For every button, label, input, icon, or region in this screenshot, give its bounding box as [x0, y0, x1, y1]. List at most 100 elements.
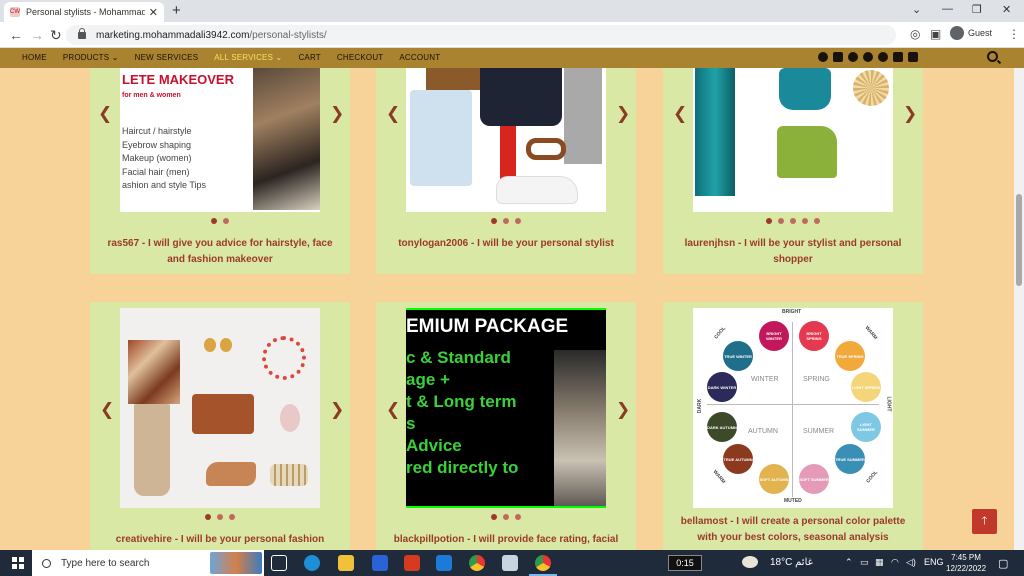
carousel-next-icon[interactable]: ❯	[616, 105, 630, 122]
carousel-dot[interactable]	[205, 514, 211, 520]
carousel-dot[interactable]	[802, 218, 808, 224]
nav-item[interactable]: ALL SERVICES ⌄	[214, 53, 282, 62]
gig-image[interactable]	[693, 68, 893, 212]
input-language[interactable]: ENG	[924, 557, 944, 567]
device-icon[interactable]: ▭	[860, 557, 869, 568]
new-tab-icon[interactable]: +	[172, 2, 181, 20]
nav-item[interactable]: PRODUCTS ⌄	[63, 53, 119, 62]
whatsapp-icon[interactable]	[848, 52, 858, 62]
color-swatch: TRUE AUTUMN	[723, 444, 753, 474]
card-caption[interactable]: creativehire - I will be your personal f…	[98, 532, 342, 548]
axis-line	[792, 322, 793, 497]
color-palette-image[interactable]: BRIGHT MUTED DARK LIGHT WARM COOL WARM C…	[693, 308, 893, 508]
carousel-prev-icon[interactable]: ❮	[386, 401, 400, 418]
gig-image[interactable]	[406, 68, 606, 212]
carousel-prev-icon[interactable]: ❮	[100, 401, 114, 418]
menu-kebab-icon[interactable]: ⋮	[1008, 27, 1020, 41]
gig-image[interactable]: EMIUM PACKAGE c & Standard age + t & Lon…	[406, 308, 606, 508]
system-clock[interactable]: 7:45 PM 12/22/2022	[946, 552, 986, 574]
back-arrow-icon[interactable]: ←	[9, 26, 23, 44]
edge-browser-icon[interactable]	[304, 555, 320, 571]
recording-timer[interactable]: 0:15	[668, 555, 702, 571]
card-caption[interactable]: tonylogan2006 - I will be your personal …	[384, 236, 628, 252]
carousel-dot[interactable]	[766, 218, 772, 224]
carousel-dot[interactable]	[503, 218, 509, 224]
maximize-icon[interactable]: ❐	[972, 3, 982, 16]
instagram-icon[interactable]	[833, 52, 843, 62]
carousel-dot[interactable]	[778, 218, 784, 224]
scrollbar-thumb[interactable]	[1016, 194, 1022, 286]
email-icon[interactable]	[893, 52, 903, 62]
carousel-dot[interactable]	[491, 514, 497, 520]
card-caption[interactable]: blackpillpotion - I will provide face ra…	[384, 532, 628, 548]
carousel-dot[interactable]	[503, 514, 509, 520]
mail-icon[interactable]	[436, 555, 452, 571]
volume-icon[interactable]: ◁)	[906, 557, 916, 568]
nav-item[interactable]: HOME	[22, 53, 47, 62]
linkedin-icon[interactable]	[908, 52, 918, 62]
croc-bag-image	[192, 394, 254, 434]
nav-item[interactable]: NEW SERVICES	[135, 53, 199, 62]
show-hidden-icons-icon[interactable]: ⌃	[845, 557, 853, 568]
carousel-prev-icon[interactable]: ❮	[673, 105, 687, 122]
carousel-prev-icon[interactable]: ❮	[386, 105, 400, 122]
windows-start-icon[interactable]	[12, 557, 24, 569]
carousel-next-icon[interactable]: ❯	[330, 401, 344, 418]
office-icon[interactable]	[404, 555, 420, 571]
carousel-next-icon[interactable]: ❯	[330, 105, 344, 122]
site-favicon-icon: CW	[10, 7, 20, 17]
virtualbox-icon[interactable]	[502, 555, 518, 571]
card-caption[interactable]: bellamost - I will create a personal col…	[671, 514, 915, 546]
browser-tab[interactable]: CW Personal stylists - Mohammad M ✕	[4, 2, 164, 22]
carousel-prev-icon[interactable]: ❮	[98, 105, 112, 122]
carousel-next-icon[interactable]: ❯	[903, 105, 917, 122]
file-explorer-icon[interactable]	[338, 555, 354, 571]
carousel-dot[interactable]	[515, 218, 521, 224]
axis-label: COOL	[865, 469, 880, 485]
gig-image[interactable]	[120, 308, 320, 508]
microsoft-store-icon[interactable]	[372, 555, 388, 571]
network-icon[interactable]: ▦	[875, 557, 884, 568]
minimize-icon[interactable]: —	[942, 3, 953, 15]
gig-image[interactable]: LETE MAKEOVER for men & women Haircut / …	[120, 68, 320, 212]
carousel-dot[interactable]	[217, 514, 223, 520]
card-caption[interactable]: laurenjhsn - I will be your stylist and …	[671, 236, 915, 268]
close-window-icon[interactable]: ✕	[1002, 3, 1011, 16]
address-bar[interactable]: marketing.mohammadali3942.com/personal-s…	[66, 25, 896, 45]
back-to-top-button[interactable]: 🡑	[972, 509, 997, 534]
stylist-card: ❮ ❯ creativehire - I will be your person…	[90, 302, 350, 550]
carousel-dot[interactable]	[491, 218, 497, 224]
tab-search-chevron-icon[interactable]: ⌄	[912, 3, 921, 16]
carousel-dot[interactable]	[211, 218, 217, 224]
carousel-dot[interactable]	[223, 218, 229, 224]
notification-icon[interactable]: ▢	[998, 557, 1008, 570]
page-scrollbar[interactable]	[1014, 68, 1024, 550]
chrome-icon[interactable]	[469, 555, 485, 571]
carousel-dot[interactable]	[229, 514, 235, 520]
tab-close-icon[interactable]: ✕	[149, 6, 158, 19]
card-caption[interactable]: ras567 - I will give you advice for hair…	[98, 236, 342, 268]
weather-text[interactable]: 18°C غائم	[770, 557, 813, 568]
telegram-icon[interactable]	[863, 52, 873, 62]
facebook-icon[interactable]	[818, 52, 828, 62]
twitter-icon[interactable]	[878, 52, 888, 62]
carousel-dot[interactable]	[790, 218, 796, 224]
stylist-card: ❮ ❯ laurenjhsn - I will be your stylist …	[663, 68, 923, 274]
url-host: marketing.mohammadali3942.com	[96, 29, 250, 41]
profile-button[interactable]: Guest	[950, 26, 992, 40]
nav-item[interactable]: ACCOUNT	[399, 53, 440, 62]
forward-arrow-icon[interactable]: →	[30, 26, 44, 44]
carousel-next-icon[interactable]: ❯	[616, 401, 630, 418]
carousel-dot[interactable]	[814, 218, 820, 224]
wifi-icon[interactable]: ◠	[891, 557, 899, 568]
side-panel-icon[interactable]: ▣	[930, 27, 941, 41]
chrome-active-icon[interactable]	[529, 555, 557, 576]
nav-item[interactable]: CART	[298, 53, 320, 62]
search-highlight-image	[210, 552, 262, 574]
google-lens-icon[interactable]: ◎	[910, 27, 920, 41]
carousel-dot[interactable]	[515, 514, 521, 520]
reload-icon[interactable]: ↻	[50, 26, 62, 44]
site-search-icon[interactable]	[987, 51, 998, 62]
task-view-icon[interactable]	[271, 555, 287, 571]
nav-item[interactable]: CHECKOUT	[337, 53, 384, 62]
